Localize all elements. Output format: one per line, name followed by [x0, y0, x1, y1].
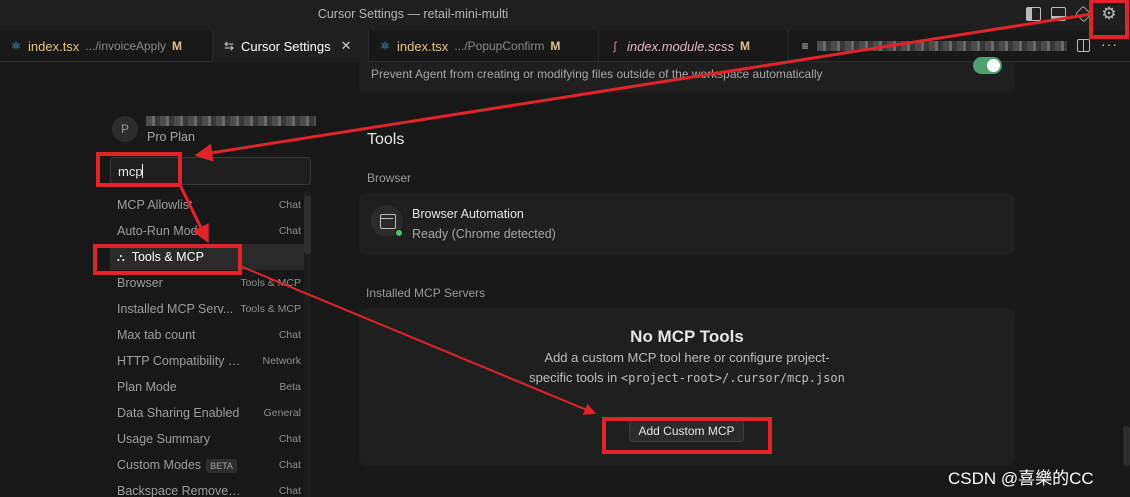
result-browser[interactable]: Browser Tools & MCP — [110, 270, 307, 296]
toggle-panel-icon[interactable] — [1051, 7, 1066, 21]
result-auto-run-mode[interactable]: Auto-Run Mode Chat — [110, 218, 307, 244]
react-icon: ⚛ — [379, 39, 391, 53]
result-mcp-allowlist[interactable]: MCP Allowlist Chat — [110, 192, 307, 218]
sidebar-scrollbar[interactable] — [304, 196, 311, 254]
settings-gear-icon[interactable]: ⚙ — [1099, 4, 1119, 24]
editor-tab-bar: ⚛ index.tsx .../invoiceApply M ⇆ Cursor … — [0, 30, 1130, 62]
subsection-browser: Browser — [367, 171, 412, 185]
more-actions-icon[interactable]: ··· — [1101, 36, 1118, 52]
beta-badge: BETA — [206, 458, 237, 473]
empty-state-description: Add a custom MCP tool here or configure … — [529, 350, 845, 385]
avatar: P — [112, 116, 138, 142]
browser-automation-title: Browser Automation — [412, 207, 524, 221]
section-title-tools: Tools — [367, 131, 405, 148]
result-data-sharing-enabled[interactable]: Data Sharing Enabled General — [110, 400, 307, 426]
react-icon: ⚛ — [10, 39, 22, 53]
redacted-account-email — [146, 116, 316, 126]
tab-popup-confirm-index[interactable]: ⚛ index.tsx .../PopupConfirm M — [369, 30, 599, 62]
workspace-protection-card: Prevent Agent from creating or modifying… — [359, 62, 1015, 93]
list-icon: ≡ — [801, 39, 809, 53]
close-tab-icon[interactable]: ✕ — [341, 38, 352, 54]
plan-label: Pro Plan — [147, 130, 195, 144]
layout-icon[interactable] — [1075, 5, 1092, 23]
workspace-protection-toggle[interactable] — [973, 57, 1002, 74]
split-editor-icon[interactable] — [1077, 39, 1090, 52]
result-max-tab-count[interactable]: Max tab count Chat — [110, 322, 307, 348]
result-installed-mcp-servers[interactable]: Installed MCP Serv... Tools & MCP — [110, 296, 307, 322]
workspace-protection-text: Prevent Agent from creating or modifying… — [371, 67, 823, 81]
tab-index-module-scss[interactable]: ʃ index.module.scss M — [599, 30, 789, 62]
result-backspace-removes-context[interactable]: Backspace Removes Cont... Chat — [110, 478, 307, 497]
tab-invoice-apply-index[interactable]: ⚛ index.tsx .../invoiceApply M — [0, 30, 213, 62]
result-plan-mode[interactable]: Plan Mode Beta — [110, 374, 307, 400]
text-caret — [142, 164, 143, 178]
settings-search-input[interactable] — [110, 157, 311, 185]
add-custom-mcp-button[interactable]: Add Custom MCP — [629, 420, 744, 442]
browser-automation-status: Ready (Chrome detected) — [412, 227, 556, 241]
status-online-dot — [395, 229, 403, 237]
toggle-primary-sidebar-icon[interactable] — [1026, 7, 1041, 21]
redacted-tab-name — [817, 41, 1067, 51]
search-results-list: MCP Allowlist Chat Auto-Run Mode Chat ⛬ T… — [110, 192, 311, 497]
main-scrollbar[interactable] — [1123, 426, 1130, 466]
mcp-config-path: <project-root>/.cursor/mcp.json — [620, 370, 845, 385]
result-tools-and-mcp[interactable]: ⛬ Tools & MCP — [110, 244, 307, 270]
browser-automation-card[interactable]: Browser Automation Ready (Chrome detecte… — [359, 193, 1015, 255]
tools-network-icon: ⛬ — [117, 251, 125, 264]
empty-state-title: No MCP Tools — [630, 327, 744, 346]
settings-icon: ⇆ — [223, 39, 235, 53]
result-usage-summary[interactable]: Usage Summary Chat — [110, 426, 307, 452]
window-title: Cursor Settings — retail-mini-multi — [317, 7, 509, 21]
tab-cursor-settings[interactable]: ⇆ Cursor Settings ✕ — [213, 30, 369, 62]
result-custom-modes[interactable]: Custom Modes BETA Chat — [110, 452, 307, 478]
sass-icon: ʃ — [613, 39, 617, 53]
mcp-empty-state-card: No MCP Tools Add a custom MCP tool here … — [359, 308, 1015, 466]
watermark: CSDN @喜樂的CC — [948, 469, 1094, 488]
tab-redacted[interactable]: ≡ — [789, 30, 1070, 62]
result-http-compatibility-mode[interactable]: HTTP Compatibility Mo... Network — [110, 348, 307, 374]
title-bar: Cursor Settings — retail-mini-multi ⚙ — [0, 0, 1130, 30]
subsection-installed-mcp-servers: Installed MCP Servers — [366, 286, 486, 300]
